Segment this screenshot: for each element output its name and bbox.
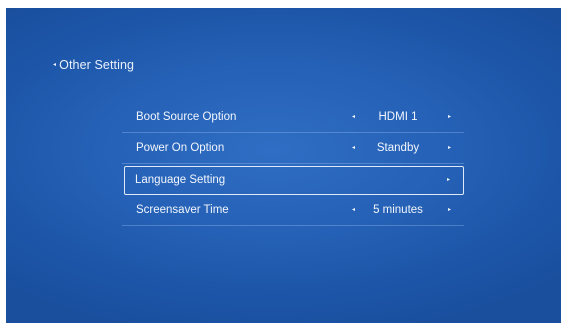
right-arrow-icon[interactable]: ▸ xyxy=(448,144,451,151)
menu-item-value: HDMI 1 xyxy=(378,111,418,123)
menu-item-power-on-option[interactable]: Power On Option ◂ Standby ▸ xyxy=(122,133,464,164)
menu-item-screensaver-time[interactable]: Screensaver Time ◂ 5 minutes ▸ xyxy=(122,195,464,226)
back-button[interactable]: ◂ Other Setting xyxy=(53,58,134,72)
menu-item-label: Power On Option xyxy=(136,142,225,154)
right-arrow-icon[interactable]: ▸ xyxy=(448,113,451,120)
right-arrow-icon[interactable]: ▸ xyxy=(448,206,451,213)
menu-item-value: 5 minutes xyxy=(373,204,423,216)
back-arrow-icon: ◂ xyxy=(53,61,57,68)
menu-item-value: Standby xyxy=(376,142,420,154)
menu-item-boot-source-option[interactable]: Boot Source Option ◂ HDMI 1 ▸ xyxy=(122,102,464,133)
right-arrow-icon[interactable]: ▸ xyxy=(447,176,450,183)
left-arrow-icon[interactable]: ◂ xyxy=(352,113,355,120)
settings-menu: Boot Source Option ◂ HDMI 1 ▸ Power On O… xyxy=(122,102,464,226)
menu-item-label: Screensaver Time xyxy=(136,204,229,216)
menu-item-language-setting[interactable]: Language Setting ▸ xyxy=(124,166,464,195)
left-arrow-icon[interactable]: ◂ xyxy=(352,144,355,151)
left-arrow-icon[interactable]: ◂ xyxy=(352,206,355,213)
menu-item-label: Language Setting xyxy=(135,174,226,186)
menu-item-label: Boot Source Option xyxy=(136,111,237,123)
settings-screen: ◂ Other Setting Boot Source Option ◂ HDM… xyxy=(6,8,561,323)
page-title: Other Setting xyxy=(59,58,135,72)
